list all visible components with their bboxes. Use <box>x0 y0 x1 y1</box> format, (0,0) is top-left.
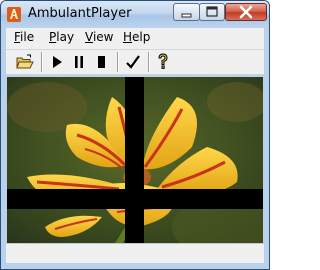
tulip-image <box>7 77 263 243</box>
ambulant-logo-icon <box>7 7 21 22</box>
overlay-bar-vertical <box>125 77 144 243</box>
status-bar <box>6 243 264 264</box>
pause-button[interactable] <box>69 52 89 72</box>
help-icon <box>158 53 168 69</box>
menu-play[interactable]: Play <box>49 30 74 44</box>
menu-help[interactable]: Help <box>123 30 150 44</box>
open-folder-icon <box>16 54 34 69</box>
checkmark-icon <box>126 55 140 69</box>
stop-icon <box>98 56 105 68</box>
minimize-button[interactable] <box>173 3 200 21</box>
window-frame-bottom <box>1 263 269 269</box>
play-button[interactable] <box>47 52 67 72</box>
maximize-icon <box>206 6 218 17</box>
app-window: AmbulantPlayer File Play View Help <box>0 0 270 270</box>
play-icon <box>53 56 62 68</box>
toolbar <box>6 50 264 75</box>
title-bar[interactable]: AmbulantPlayer <box>1 1 269 28</box>
video-display[interactable] <box>7 77 263 243</box>
stop-button[interactable] <box>92 52 112 72</box>
open-button[interactable] <box>15 52 35 72</box>
overlay-bar-horizontal <box>7 189 263 209</box>
toolbar-separator <box>41 52 43 72</box>
window-title: AmbulantPlayer <box>28 6 132 21</box>
pause-icon <box>75 56 83 68</box>
menu-bar: File Play View Help <box>6 28 264 50</box>
toolbar-separator <box>117 52 119 72</box>
maximize-button[interactable] <box>199 3 225 21</box>
help-button[interactable] <box>153 52 173 72</box>
menu-file[interactable]: File <box>14 30 34 44</box>
minimize-icon <box>181 13 192 18</box>
toolbar-separator <box>148 52 150 72</box>
close-icon <box>239 5 253 19</box>
checkmark-button[interactable] <box>123 52 143 72</box>
menu-view[interactable]: View <box>85 30 113 44</box>
close-button[interactable] <box>225 3 267 21</box>
